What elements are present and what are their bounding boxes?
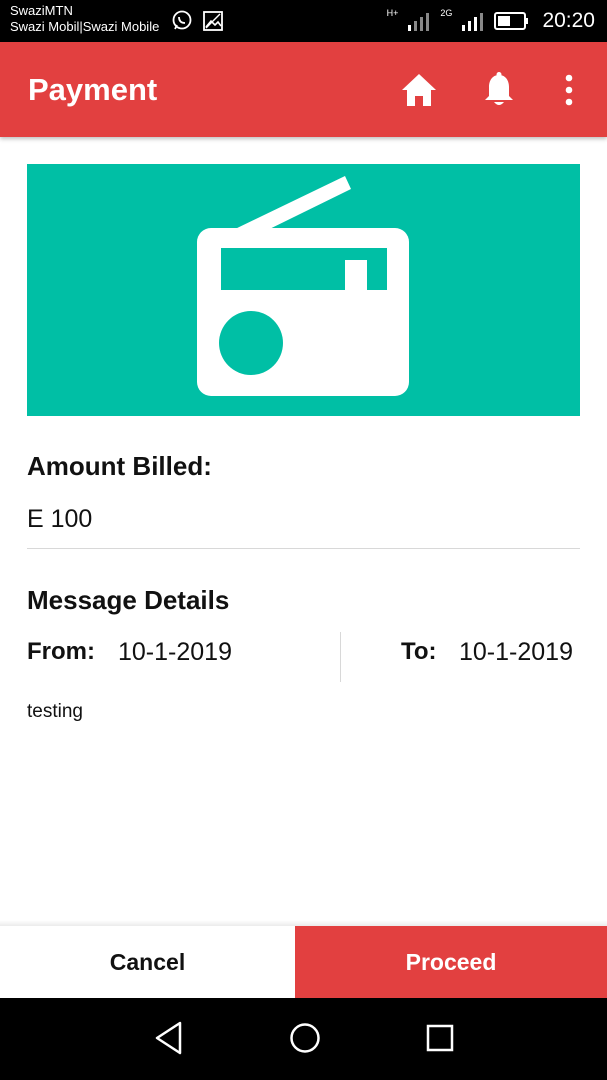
bell-icon[interactable] bbox=[482, 72, 516, 108]
navigation-bar bbox=[0, 998, 607, 1080]
signal-icon-1 bbox=[408, 13, 430, 31]
message-details-heading: Message Details bbox=[27, 585, 230, 615]
page-title: Payment bbox=[28, 72, 158, 107]
divider bbox=[27, 548, 580, 549]
cancel-button[interactable]: Cancel bbox=[0, 926, 295, 998]
battery-icon bbox=[494, 12, 529, 30]
home-circle-icon[interactable] bbox=[288, 1020, 322, 1056]
amount-billed-value: E 100 bbox=[27, 505, 93, 533]
image-notification-icon bbox=[203, 11, 223, 31]
amount-billed-label: Amount Billed: bbox=[27, 451, 212, 481]
vertical-divider bbox=[340, 632, 341, 682]
home-icon[interactable] bbox=[400, 72, 438, 108]
back-icon[interactable] bbox=[153, 1020, 185, 1056]
to-label: To: bbox=[401, 638, 437, 665]
carrier-line-1: SwaziMTN bbox=[10, 3, 73, 18]
network-type-2: 2G bbox=[440, 7, 453, 18]
proceed-button[interactable]: Proceed bbox=[295, 926, 607, 998]
whatsapp-icon bbox=[172, 10, 192, 30]
to-date: 10-1-2019 bbox=[459, 638, 573, 666]
from-date: 10-1-2019 bbox=[118, 638, 232, 666]
app-bar: Payment bbox=[0, 42, 607, 137]
signal-icon-2 bbox=[462, 13, 484, 31]
banner-image bbox=[27, 164, 580, 416]
status-bar: SwaziMTN Swazi Mobil|Swazi Mobile H+ 2G bbox=[0, 0, 607, 42]
message-text: testing bbox=[27, 701, 83, 722]
network-type-1: H+ bbox=[386, 7, 399, 18]
radio-icon bbox=[197, 176, 409, 396]
from-label: From: bbox=[27, 638, 95, 665]
carrier-info: SwaziMTN Swazi Mobil|Swazi Mobile bbox=[10, 3, 159, 35]
clock: 20:20 bbox=[542, 9, 595, 32]
more-vert-icon[interactable] bbox=[562, 72, 576, 108]
recents-icon[interactable] bbox=[424, 1020, 456, 1056]
status-icons: H+ 2G 20:20 bbox=[387, 6, 595, 36]
carrier-line-2: Swazi Mobil|Swazi Mobile bbox=[10, 19, 160, 34]
